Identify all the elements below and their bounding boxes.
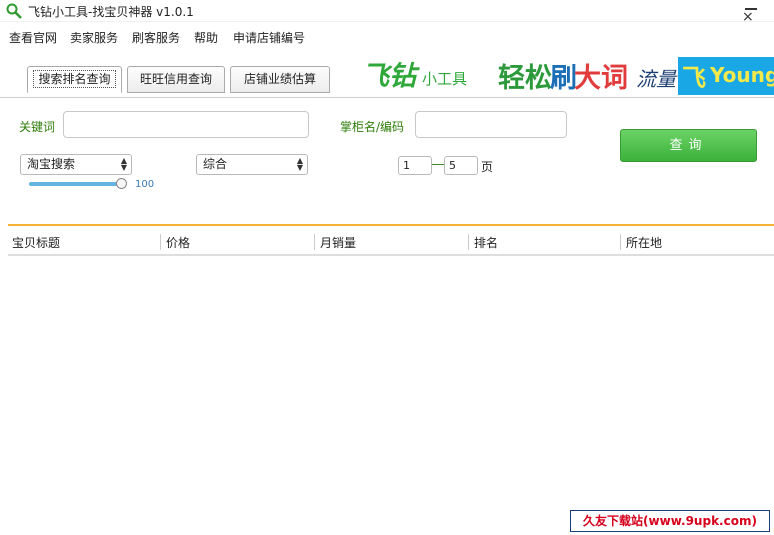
count-slider-thumb[interactable] — [116, 178, 127, 189]
tab-wangwang-credit[interactable]: 旺旺信用查询 — [127, 66, 225, 93]
search-button[interactable]: 查询 — [620, 129, 757, 162]
column-separator — [160, 234, 161, 250]
tab-underline — [0, 97, 774, 98]
window-title: 飞钻小工具-找宝贝神器 v1.0.1 — [28, 5, 194, 19]
results-table-header: 宝贝标题 价格 月销量 排名 所在地 — [8, 228, 774, 256]
count-slider-value: 100 — [135, 179, 155, 190]
menu-apply-shop-id[interactable]: 申请店铺编号 — [233, 29, 305, 46]
keyword-input[interactable] — [63, 111, 309, 138]
column-header-rank[interactable]: 排名 — [474, 234, 498, 251]
shopkeeper-input[interactable] — [415, 111, 567, 138]
title-bar: 飞钻小工具-找宝贝神器 v1.0.1 × — [0, 0, 774, 24]
sort-select[interactable]: 综合 ▲ ▼ — [196, 154, 308, 175]
platform-select[interactable]: 淘宝搜索 ▲ ▼ — [20, 154, 132, 175]
tab-bar: 搜索排名查询 旺旺信用查询 店铺业绩估算 — [0, 66, 774, 98]
column-header-monthly-sales[interactable]: 月销量 — [320, 234, 356, 251]
keyword-label: 关键词 — [19, 120, 56, 134]
site-watermark: 久友下载站(www.9upk.com) — [570, 510, 770, 532]
column-header-title[interactable]: 宝贝标题 — [12, 234, 60, 251]
close-button[interactable]: × — [742, 10, 754, 24]
column-separator — [620, 234, 621, 250]
column-separator — [314, 234, 315, 250]
updown-arrows-icon: ▲ ▼ — [296, 156, 303, 172]
results-table-body[interactable] — [8, 257, 774, 535]
count-slider-track[interactable] — [29, 182, 123, 186]
column-header-price[interactable]: 价格 — [166, 234, 190, 251]
menu-brusher-services[interactable]: 刷客服务 — [132, 29, 180, 46]
menu-visit-website[interactable]: 查看官网 — [9, 29, 57, 46]
page-to-input[interactable]: 5 — [444, 156, 478, 175]
results-divider — [8, 224, 774, 226]
column-separator — [468, 234, 469, 250]
tab-search-ranking[interactable]: 搜索排名查询 — [27, 66, 122, 93]
page-range-separator — [432, 164, 444, 165]
column-header-location[interactable]: 所在地 — [626, 234, 662, 251]
tab-search-ranking-label: 搜索排名查询 — [33, 70, 116, 88]
shopkeeper-label: 掌柜名/编码 — [340, 120, 405, 134]
sort-select-value: 综合 — [203, 157, 228, 171]
magnifier-icon — [6, 3, 22, 19]
updown-arrows-icon: ▲ ▼ — [120, 156, 127, 172]
menu-seller-services[interactable]: 卖家服务 — [70, 29, 118, 46]
page-unit-label: 页 — [481, 160, 494, 174]
menu-help[interactable]: 帮助 — [194, 29, 218, 46]
menu-bar: 查看官网 卖家服务 刷客服务 帮助 申请店铺编号 — [0, 27, 774, 47]
platform-select-value: 淘宝搜索 — [27, 157, 76, 171]
tab-shop-performance[interactable]: 店铺业绩估算 — [230, 66, 330, 93]
page-from-input[interactable]: 1 — [398, 156, 432, 175]
